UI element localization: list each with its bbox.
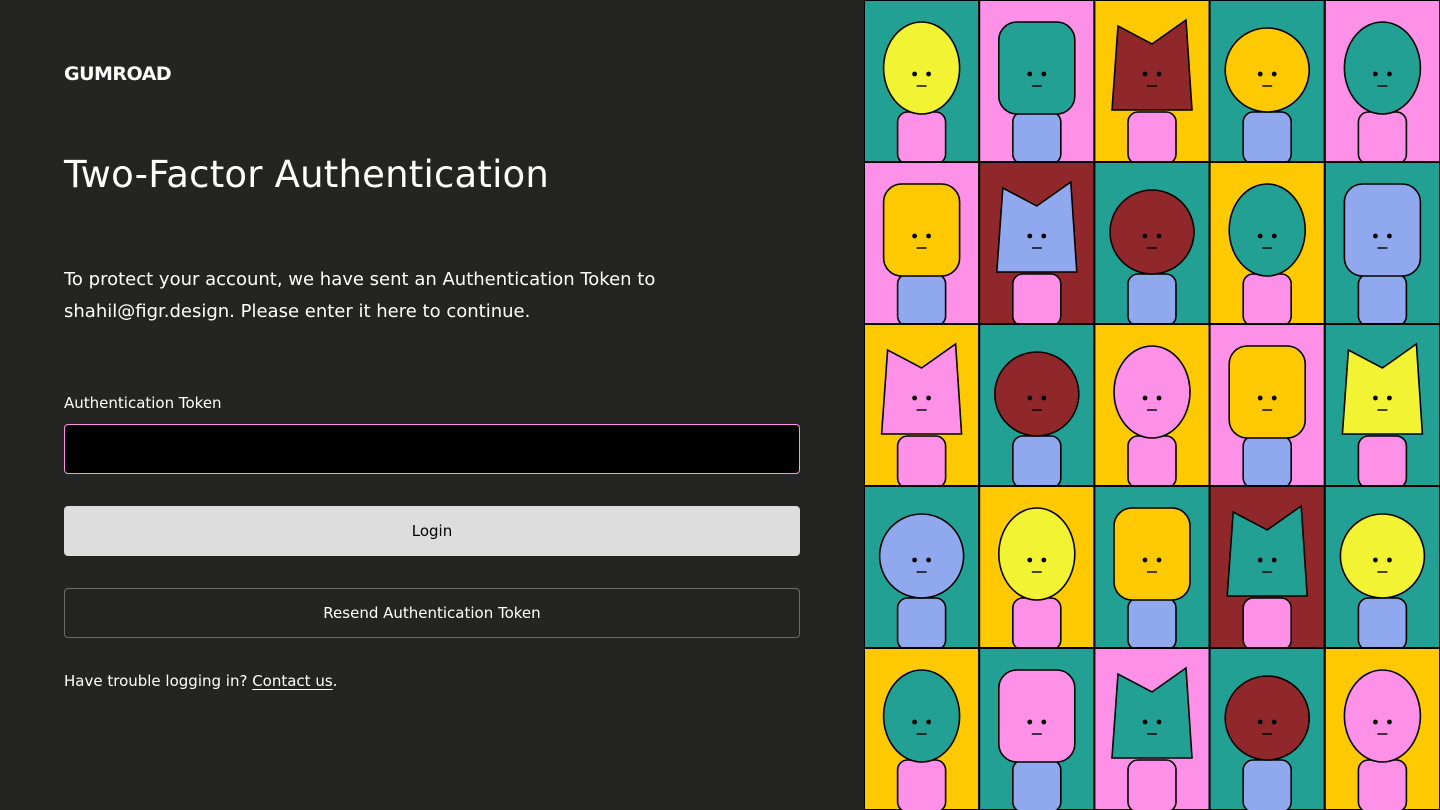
login-button[interactable]: Login — [64, 506, 800, 556]
page-title: Two-Factor Authentication — [64, 153, 550, 196]
character-tile — [864, 0, 981, 165]
character-tile — [864, 647, 981, 810]
character-tile — [978, 323, 1096, 489]
character-tile — [864, 485, 981, 651]
help-text: Have trouble logging in? Contact us. — [64, 672, 337, 690]
help-prefix: Have trouble logging in? — [64, 672, 248, 690]
character-tile — [1208, 161, 1326, 327]
character-tile — [1208, 0, 1326, 165]
character-tile — [1093, 647, 1211, 810]
character-tile — [1323, 485, 1440, 651]
character-tile — [1093, 485, 1211, 651]
character-tile — [864, 323, 981, 489]
character-grid-svg — [864, 0, 1440, 810]
character-tile — [1323, 647, 1440, 810]
instructions-text: To protect your account, we have sent an… — [64, 269, 656, 322]
character-tile — [978, 485, 1096, 651]
character-tile — [1323, 161, 1440, 327]
character-tile — [978, 161, 1096, 327]
character-tile — [1093, 323, 1211, 489]
character-tile — [1323, 0, 1440, 165]
token-field-label: Authentication Token — [64, 394, 222, 412]
gumroad-logo[interactable]: GUMROAD — [64, 63, 172, 85]
character-tile — [1093, 161, 1211, 327]
character-tile — [1208, 323, 1326, 489]
character-tile — [1208, 485, 1326, 651]
character-tile — [978, 647, 1096, 810]
character-tile — [1323, 323, 1440, 489]
character-tile — [864, 161, 981, 327]
help-suffix: . — [332, 672, 338, 690]
login-panel: GUMROAD Two-Factor Authentication To pro… — [0, 0, 864, 810]
character-tile — [1093, 0, 1211, 165]
character-tile — [978, 0, 1096, 165]
resend-token-button[interactable]: Resend Authentication Token — [64, 588, 800, 638]
character-tile — [1208, 647, 1326, 810]
contact-us-link[interactable]: Contact us — [252, 672, 332, 690]
character-grid-illustration — [864, 0, 1440, 810]
authentication-token-input[interactable] — [64, 424, 800, 474]
